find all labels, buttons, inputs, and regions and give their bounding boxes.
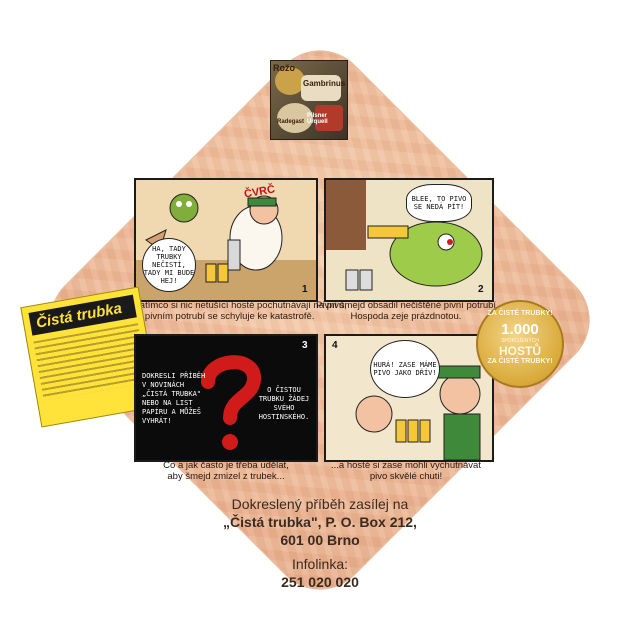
badge-number: 1.000 <box>501 321 539 338</box>
badge-word: HOSTŮ <box>499 344 541 358</box>
caption-line: aby šmejd zmizel z trubek... <box>167 471 285 482</box>
comic-panel-1: ČVRČ HA, TADY TRUBKY NEČISTÍ, TADY MI BU… <box>134 178 318 302</box>
caption-line: pivo skvělé chuti! <box>369 471 443 482</box>
panel-3-left-text: DOKRESLI PŘÍBĚH V NOVINÁCH „ČISTÁ TRUBKA… <box>142 372 206 425</box>
panel-3-right-text: O ČISTOU TRUBKU ŽÁDEJ SVÉHO HOSTINSKÉHO. <box>258 386 310 421</box>
panel-4-caption: ...a hosté si zase mohli vychutnávat piv… <box>316 460 496 482</box>
caption-line: Pivní šmejd obsadil nečištěné pivní potr… <box>316 300 499 311</box>
panel-1-number: 1 <box>302 284 308 295</box>
panel-4-speech-bubble: HURÁ! ZASE MÁME PIVO JAKO DŘÍV! <box>370 340 440 398</box>
footer-line-1: Dokreslený příběh zasílej na <box>231 496 409 512</box>
panel-2-number: 2 <box>478 284 484 295</box>
brand-logo: Rožo Gambrinus Pilsner Urquell Radegast <box>270 60 348 140</box>
caption-line: Zatímco si nic netušící hosté pochutnáva… <box>134 300 347 311</box>
panel-4-number: 4 <box>332 340 338 351</box>
caption-line: ...a hosté si zase mohli vychutnávat <box>331 460 481 471</box>
comic-panel-3: DOKRESLI PŘÍBĚH V NOVINÁCH „ČISTÁ TRUBKA… <box>134 334 318 462</box>
panel-2-caption: Pivní šmejd obsadil nečištěné pivní potr… <box>316 300 499 322</box>
panel-1-speech-bubble: HA, TADY TRUBKY NEČISTÍ, TADY MI BUDE HE… <box>142 238 196 292</box>
panel-1-caption: Zatímco si nic netušící hosté pochutnáva… <box>134 300 347 322</box>
logo-label: Radegast <box>277 119 305 125</box>
logo-label: Gambrinus <box>303 79 346 88</box>
footer-infoline-label: Infolinka: <box>291 556 349 572</box>
panel-3-caption: Co a jak často je třeba udělat, aby šmej… <box>134 460 318 482</box>
comic-panel-2: BLEE, TO PIVO SE NEDÁ PÍT! 2 <box>324 178 494 302</box>
badge-1000-hostu: ZA ČISTÉ TRUBKY! 1.000 SPOKOJENÝCH HOSTŮ… <box>476 300 564 388</box>
newspaper-columns <box>33 323 149 401</box>
comic-panel-4: HURÁ! ZASE MÁME PIVO JAKO DŘÍV! 4 <box>324 334 494 462</box>
panel-2-speech-bubble: BLEE, TO PIVO SE NEDÁ PÍT! <box>406 184 472 222</box>
logo-label: Pilsner Urquell <box>307 113 328 125</box>
footer-line-3: 601 00 Brno <box>280 532 360 548</box>
caption-line: v pivním potrubí se schyluje ke katastro… <box>137 311 315 322</box>
badge-bottom-text: ZA ČISTÉ TRUBKY! <box>487 358 553 365</box>
footer-infoline-number: 251 020 020 <box>281 574 359 590</box>
logo-label: Rožo <box>273 63 295 73</box>
badge-top-text: ZA ČISTÉ TRUBKY! <box>487 310 553 317</box>
caption-line: Hospoda zeje prázdnotou. <box>350 311 462 322</box>
panel-3-number: 3 <box>302 340 308 351</box>
footer-line-2: „Čistá trubka", P. O. Box 212, <box>223 514 417 530</box>
caption-line: Co a jak často je třeba udělat, <box>163 460 289 471</box>
